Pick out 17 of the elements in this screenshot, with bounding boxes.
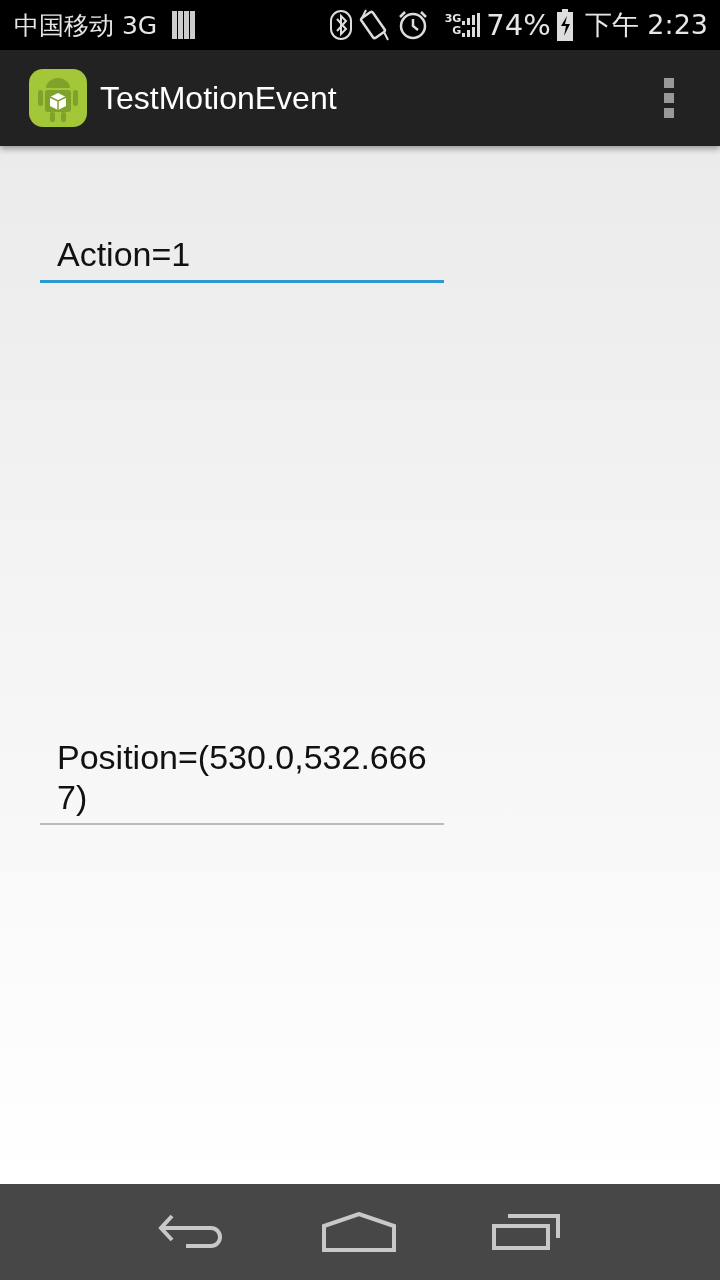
signal-icon <box>462 25 481 37</box>
app-title: TestMotionEvent <box>100 79 337 117</box>
network-label: G <box>452 25 462 37</box>
signal-icon <box>462 13 481 25</box>
rotate-icon <box>358 8 391 42</box>
bluetooth-icon <box>328 9 353 41</box>
battery-charging-icon <box>556 9 573 41</box>
clock: 下午 2:23 <box>584 8 708 42</box>
network-label: 3G <box>444 13 462 25</box>
text-field[interactable]: Position=(530.0,532.6667) <box>40 737 444 825</box>
text-field[interactable]: Action=1 <box>40 234 444 283</box>
battery-percent: 74% <box>486 8 551 42</box>
sim-icon <box>171 10 198 40</box>
carrier-name: 中国移动 3G <box>14 9 158 42</box>
android-app-icon <box>28 68 88 128</box>
home-icon[interactable] <box>322 1212 396 1252</box>
recent-apps-icon[interactable] <box>492 1214 562 1250</box>
